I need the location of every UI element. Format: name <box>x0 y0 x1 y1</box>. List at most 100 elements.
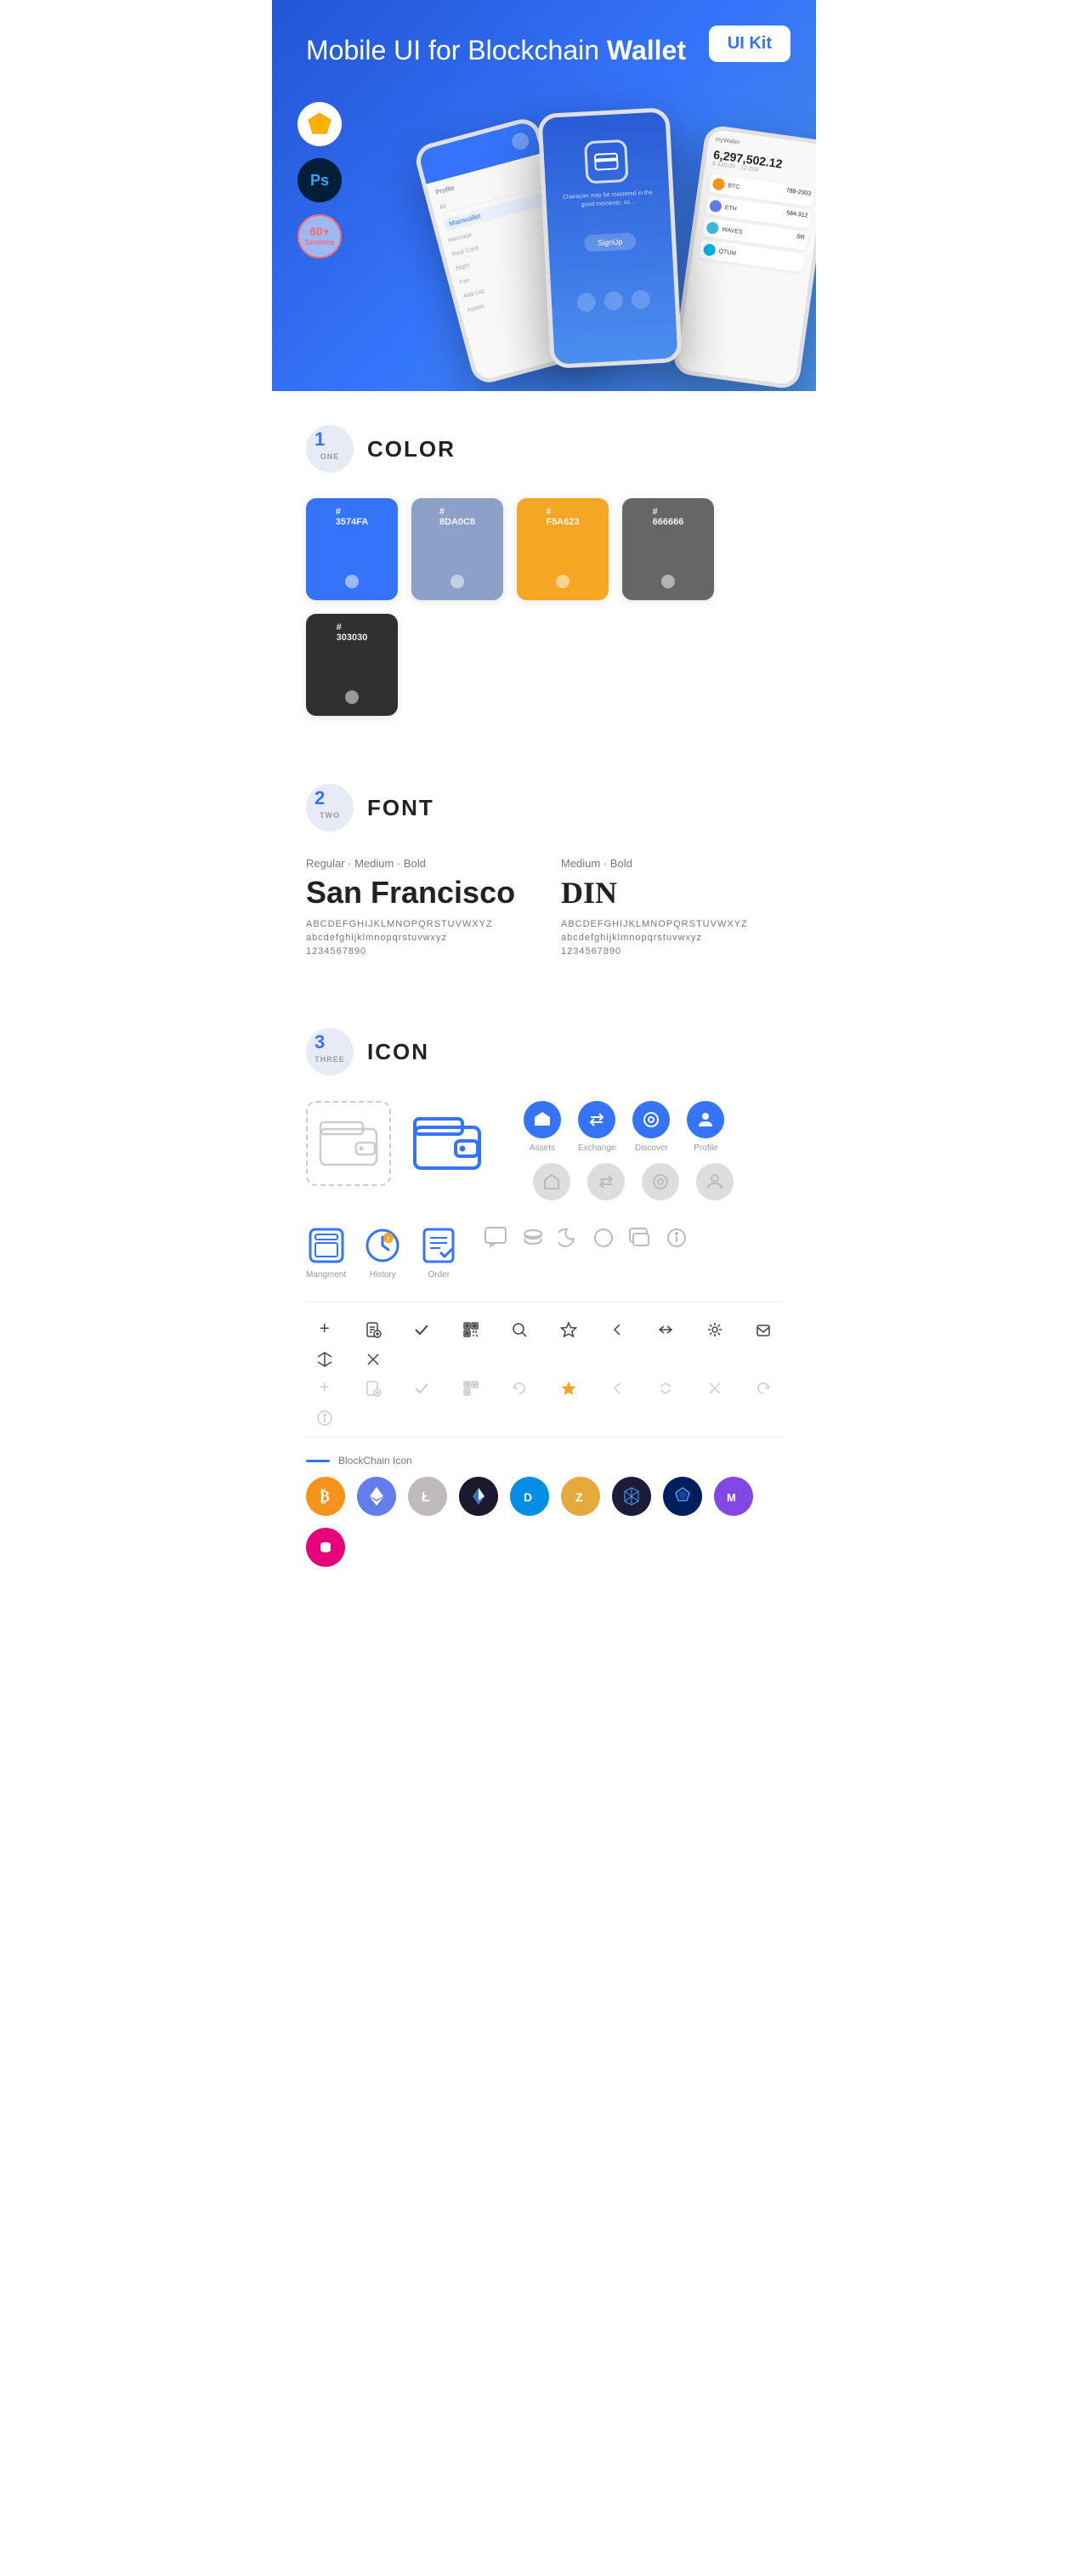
top-icon-row: Assets Exchange <box>306 1101 782 1200</box>
nav-icons-filled: Assets Exchange <box>524 1101 734 1153</box>
font-sf: Regular · Medium · Bold San Francisco AB… <box>306 857 527 960</box>
font-grid: Regular · Medium · Bold San Francisco AB… <box>306 857 782 960</box>
exchange-icon <box>578 1101 615 1138</box>
refresh-icon-gray <box>502 1378 538 1398</box>
font-section: 2 TWO FONT Regular · Medium · Bold San F… <box>272 750 816 994</box>
check-icon-gray <box>404 1378 440 1398</box>
nav-icons-outline <box>524 1163 734 1200</box>
chevron-left-icon <box>598 1319 635 1339</box>
icon-section: 3 THREE ICON <box>272 994 816 1601</box>
profile-icon-item: Profile <box>687 1101 724 1153</box>
redo-icon-gray <box>745 1378 782 1398</box>
exchange-icon-item: Exchange <box>578 1101 615 1153</box>
search-icon <box>502 1319 538 1339</box>
qr-icon-gray <box>452 1378 489 1398</box>
matic-icon: M <box>714 1477 753 1516</box>
svg-text:₿: ₿ <box>320 1488 330 1505</box>
history-icon-item: ! History <box>363 1226 402 1279</box>
stack-icon <box>521 1227 545 1253</box>
nav-icons-group: Assets Exchange <box>524 1101 734 1200</box>
profile-icon-outline <box>696 1163 734 1200</box>
font-section-header: 2 TWO FONT <box>306 784 782 831</box>
check-icon <box>404 1319 440 1339</box>
gnt-icon <box>663 1477 702 1516</box>
phone-center: Character may be mastered in the good mo… <box>537 107 682 369</box>
crypto-coins-row: ₿ Ł D <box>306 1477 782 1567</box>
close-icon <box>354 1351 391 1368</box>
exchange-icon-outline <box>587 1163 625 1200</box>
section-num-2: 2 TWO <box>306 784 354 831</box>
chat-icon <box>484 1226 507 1253</box>
assets-icon <box>524 1101 561 1138</box>
font-din: Medium · Bold DIN ABCDEFGHIJKLMNOPQRSTUV… <box>561 857 782 960</box>
star-icon <box>550 1319 586 1339</box>
bubble-icon <box>628 1227 652 1253</box>
color-section: 1 ONE COLOR #3574FA #8DA0C8 #F5A623 #666… <box>272 391 816 750</box>
blockchain-label: BlockChain Icon <box>306 1455 782 1467</box>
order-icon-item: Order <box>419 1226 458 1279</box>
swatch-gray-blue: #8DA0C8 <box>411 498 503 600</box>
sketch-badge <box>298 102 342 146</box>
swatch-dark: #303030 <box>306 614 398 716</box>
plus-icon-gray: + <box>306 1378 343 1398</box>
small-icon-grid-inactive: + <box>306 1378 782 1427</box>
assets-icon-item: Assets <box>524 1101 561 1153</box>
color-section-header: 1 ONE COLOR <box>306 425 782 473</box>
screens-badge: 60+ Screens <box>298 214 342 258</box>
header: Mobile UI for Blockchain Wallet UI Kit P… <box>272 0 816 391</box>
ethereum-icon <box>357 1477 396 1516</box>
small-icons-row <box>484 1226 688 1253</box>
chevron-left-icon-gray <box>598 1378 635 1398</box>
discover-icon-item: Discover <box>632 1101 670 1153</box>
litecoin-icon: Ł <box>408 1477 447 1516</box>
zen-icon: Z <box>561 1477 600 1516</box>
settings-icon <box>696 1319 733 1339</box>
dash-icon: D <box>510 1477 549 1516</box>
ui-kit-badge: UI Kit <box>709 26 790 62</box>
bitcoin-icon: ₿ <box>306 1477 345 1516</box>
ps-badge: Ps <box>298 158 342 202</box>
wallet-icon-blue <box>405 1101 490 1186</box>
small-icon-grid-active: + <box>306 1319 782 1368</box>
discover-icon <box>632 1101 670 1138</box>
moon-icon <box>558 1227 579 1253</box>
info-icon-gray <box>306 1410 343 1427</box>
share-icon <box>648 1319 684 1339</box>
second-icon-row: Mangment ! History Order <box>306 1226 782 1279</box>
swatch-orange: #F5A623 <box>517 498 609 600</box>
info-icon <box>666 1227 688 1253</box>
svg-text:!: ! <box>388 1235 390 1243</box>
assets-icon-outline <box>533 1163 570 1200</box>
qr-icon <box>452 1319 489 1339</box>
wings-icon <box>459 1477 498 1516</box>
plus-icon: + <box>306 1319 343 1339</box>
section-num-1: 1 ONE <box>306 425 354 473</box>
star-icon-filled <box>550 1378 586 1398</box>
dp-icon <box>306 1528 345 1567</box>
phones-container: Profile AI Mainwallet Message Real Card … <box>442 102 816 391</box>
send-icon <box>745 1319 782 1339</box>
profile-icon <box>687 1101 724 1138</box>
divider-2 <box>306 1437 782 1438</box>
svg-text:M: M <box>727 1491 736 1504</box>
management-icon-item: Mangment <box>306 1226 346 1279</box>
phone-right: myWallet + 6,297,502.12 $ 420.00 · 12-29… <box>672 124 816 390</box>
swap-icon <box>306 1351 343 1368</box>
wallet-outline-group <box>306 1101 490 1186</box>
discover-icon-outline <box>642 1163 679 1200</box>
svg-text:D: D <box>524 1490 532 1504</box>
x-icon-gray <box>696 1378 733 1398</box>
blockchain-line <box>306 1460 330 1462</box>
section-num-3: 3 THREE <box>306 1028 354 1075</box>
document-edit-icon <box>354 1319 391 1339</box>
svg-text:Z: Z <box>575 1490 583 1504</box>
swatch-blue: #3574FA <box>306 498 398 600</box>
swatch-gray: #666666 <box>622 498 714 600</box>
svg-text:Ł: Ł <box>422 1490 430 1505</box>
arrows-icon-gray <box>648 1378 684 1398</box>
circle-icon <box>592 1227 615 1253</box>
icon-section-header: 3 THREE ICON <box>306 1028 782 1075</box>
color-swatches: #3574FA #8DA0C8 #F5A623 #666666 #303030 <box>306 498 782 716</box>
document-edit-icon-gray <box>354 1378 391 1398</box>
qrl-icon <box>612 1477 651 1516</box>
